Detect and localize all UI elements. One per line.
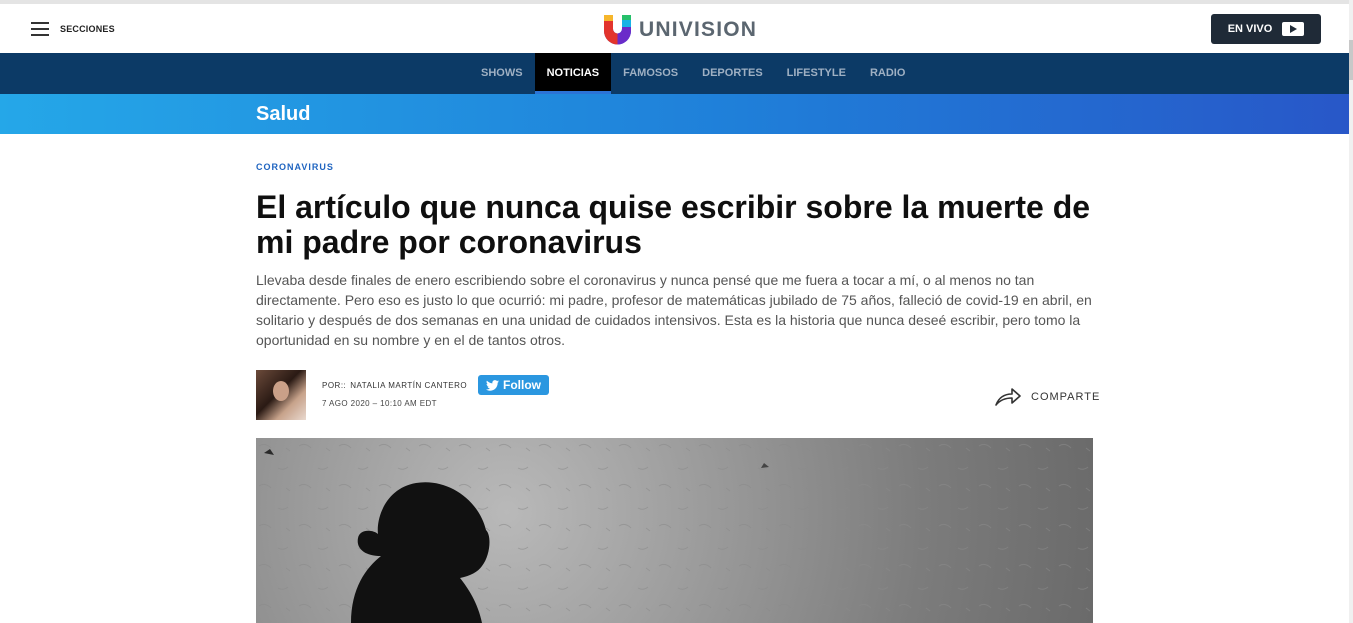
share-button[interactable]: COMPARTE xyxy=(995,388,1100,406)
share-arrow-icon xyxy=(995,388,1021,406)
hamburger-menu-icon[interactable] xyxy=(31,22,49,36)
nav-item-shows[interactable]: SHOWS xyxy=(469,53,535,94)
article-dek: Llevaba desde finales de enero escribien… xyxy=(256,272,1092,348)
scrollbar[interactable] xyxy=(1349,0,1353,623)
nav-item-famosos[interactable]: FAMOSOS xyxy=(611,53,690,94)
section-title[interactable]: Salud xyxy=(256,103,310,126)
nav-item-deportes[interactable]: DEPORTES xyxy=(690,53,775,94)
byline-prefix: POR:: xyxy=(322,381,347,390)
play-icon xyxy=(1282,22,1305,36)
top-header: SECCIONES UNIVISION EN VIVO xyxy=(0,0,1349,53)
nav-items: SHOWS NOTICIAS FAMOSOS DEPORTES LIFESTYL… xyxy=(469,53,917,94)
twitter-follow-button[interactable]: Follow xyxy=(478,375,549,395)
silhouette-image xyxy=(256,438,1093,623)
byline: POR:: NATALIA MARTÍN CANTERO xyxy=(322,381,467,390)
article-kicker[interactable]: CORONAVIRUS xyxy=(256,162,334,172)
main-nav: SHOWS NOTICIAS FAMOSOS DEPORTES LIFESTYL… xyxy=(0,53,1349,94)
hero-image[interactable] xyxy=(256,438,1093,623)
nav-item-noticias[interactable]: NOTICIAS xyxy=(534,53,612,94)
nav-item-lifestyle[interactable]: LIFESTYLE xyxy=(775,53,858,94)
univision-logo[interactable]: UNIVISION xyxy=(604,15,757,45)
twitter-bird-icon xyxy=(486,379,499,391)
en-vivo-label: EN VIVO xyxy=(1227,23,1273,35)
secciones-link[interactable]: SECCIONES xyxy=(60,24,115,34)
en-vivo-button[interactable]: EN VIVO xyxy=(1211,14,1321,44)
share-label: COMPARTE xyxy=(1031,391,1101,403)
article-headline: El artículo que nunca quise escribir sob… xyxy=(256,189,1091,260)
scrollbar-thumb[interactable] xyxy=(1349,40,1353,80)
publish-date: 7 AGO 2020 – 10:10 AM EDT xyxy=(322,399,437,408)
follow-label: Follow xyxy=(503,378,541,392)
author-face xyxy=(273,381,289,401)
author-avatar[interactable] xyxy=(256,370,306,420)
nav-item-radio[interactable]: RADIO xyxy=(858,53,917,94)
univision-logo-icon xyxy=(604,15,631,45)
section-band: Salud xyxy=(0,94,1349,134)
author-name[interactable]: NATALIA MARTÍN CANTERO xyxy=(350,381,467,390)
logo-wordmark: UNIVISION xyxy=(639,18,758,41)
